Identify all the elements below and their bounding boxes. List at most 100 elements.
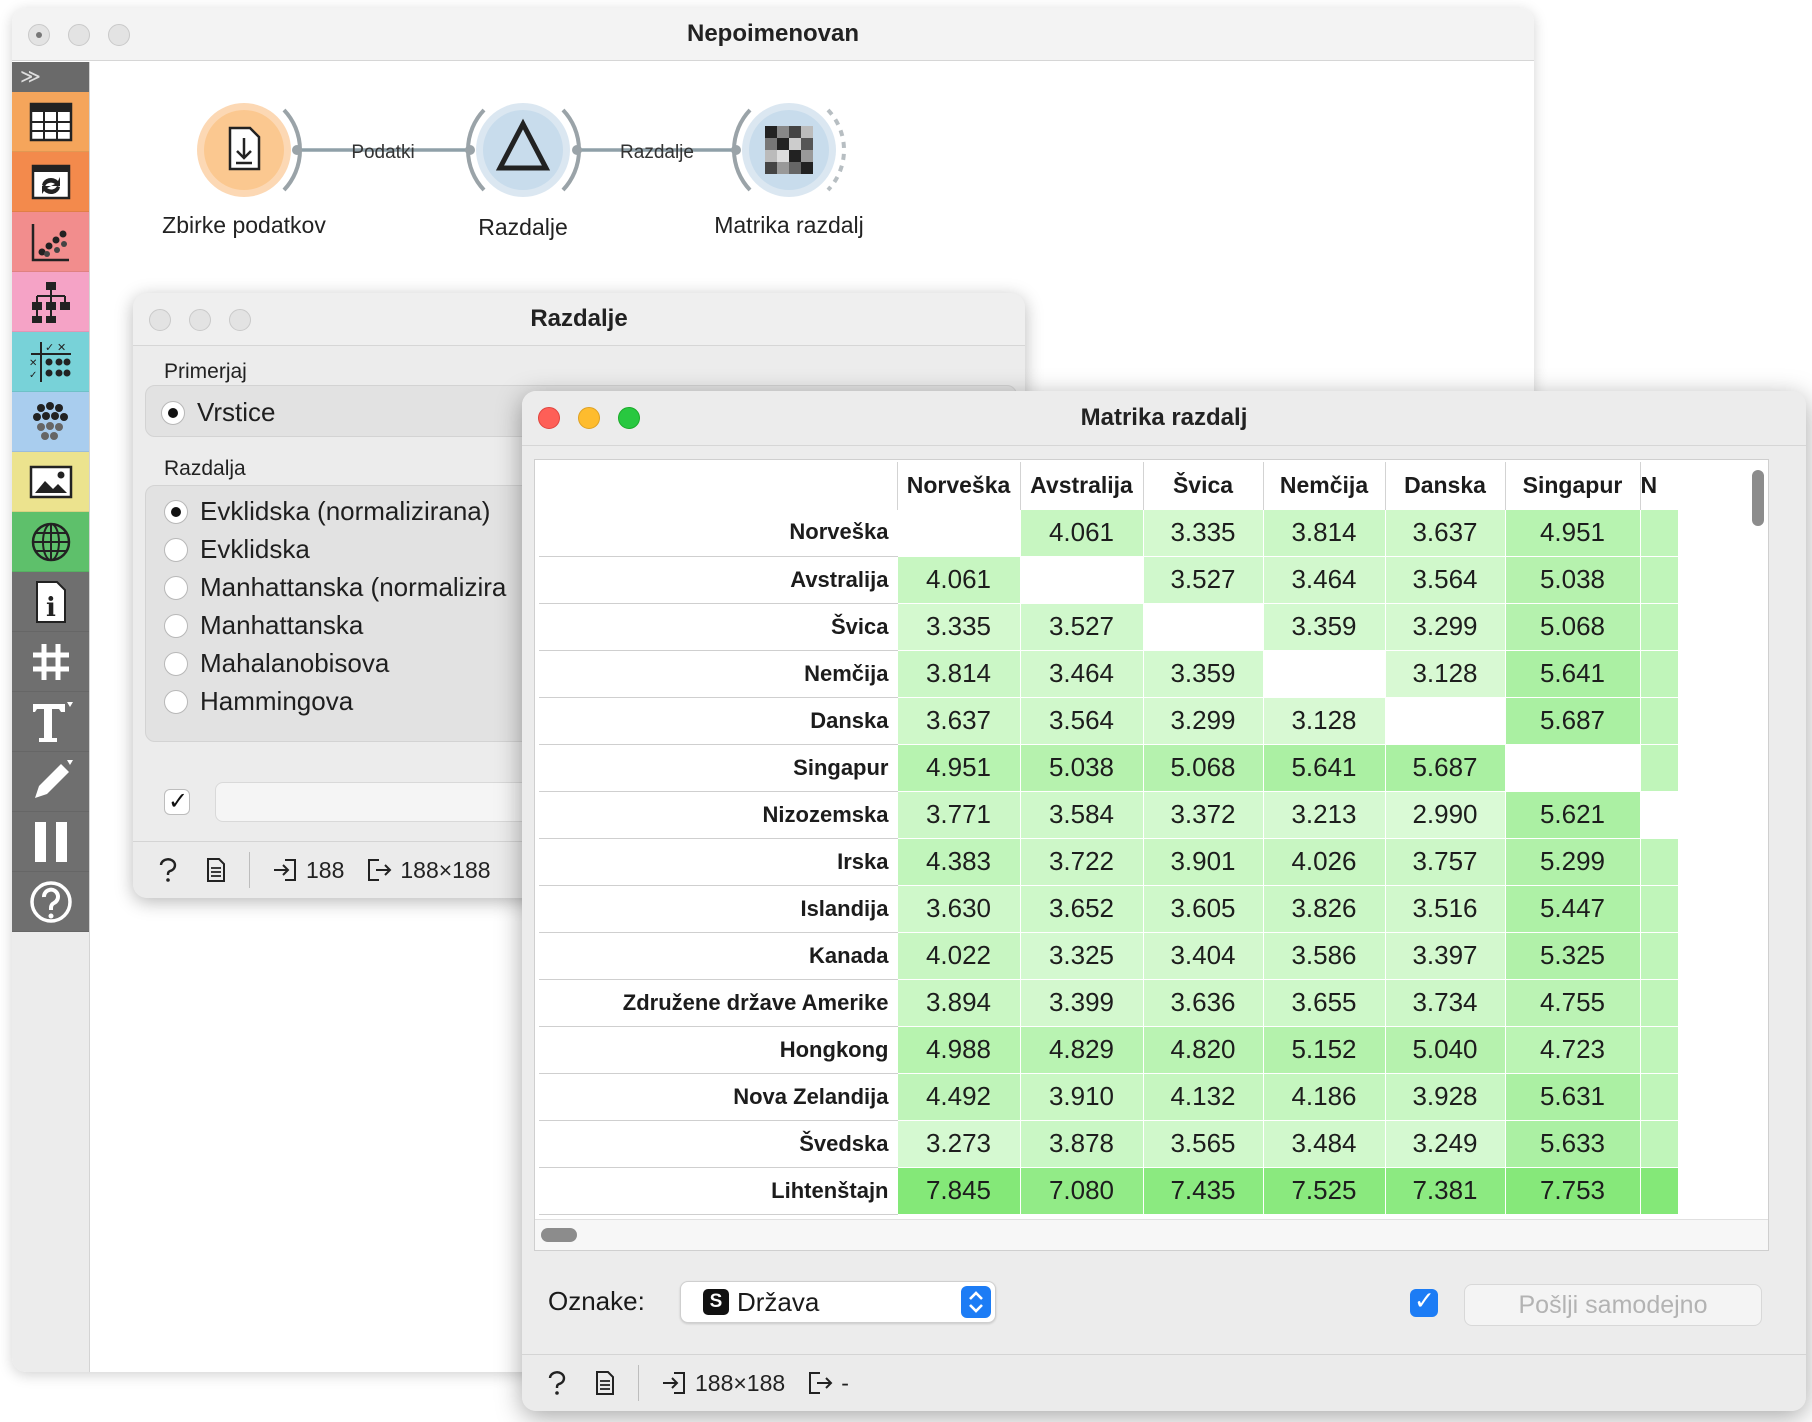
matrix-cell[interactable]: 3.464 (1262, 555, 1386, 604)
matrix-cell-partial[interactable] (1639, 884, 1679, 933)
matrix-cell[interactable]: 4.755 (1504, 978, 1641, 1027)
matrix-cell[interactable]: 3.928 (1384, 1072, 1506, 1121)
matrix-cell[interactable]: 3.372 (1142, 790, 1264, 839)
matrix-grid[interactable]: Norveška Avstralija Švica Nemčija Danska Sing… (539, 462, 1679, 1215)
send-automatically-button[interactable]: Pošlji samodejno (1464, 1284, 1762, 1326)
matrix-cell-partial[interactable] (1639, 602, 1679, 651)
matrix-cell[interactable]: 4.988 (896, 1025, 1021, 1074)
close-button[interactable] (538, 407, 560, 429)
row-header[interactable]: Združene države Amerike (539, 979, 897, 1027)
row-header[interactable]: Švica (539, 603, 897, 651)
minimize-button[interactable] (68, 24, 90, 46)
radio-button[interactable] (164, 499, 188, 524)
vertical-scrollbar[interactable] (1752, 470, 1764, 526)
matrix-cell[interactable]: 4.061 (1019, 508, 1144, 557)
matrix-cell[interactable]: 3.273 (896, 1119, 1021, 1168)
matrix-cell[interactable]: 4.951 (1504, 508, 1641, 557)
matrix-cell[interactable]: 3.565 (1142, 1119, 1264, 1168)
matrix-cell[interactable]: 3.636 (1142, 978, 1264, 1027)
table-row[interactable]: Nemčija 3.814 3.464 3.359 3.128 5.641 (539, 649, 1679, 698)
distance-option-manhattan[interactable]: Manhattanska (164, 610, 363, 641)
radio-button[interactable] (164, 613, 188, 638)
radio-button[interactable] (161, 400, 185, 425)
table-row[interactable]: Švica 3.335 3.527 3.359 3.299 5.068 (539, 602, 1679, 651)
matrix-cell[interactable] (1504, 743, 1641, 792)
matrix-cell[interactable]: 4.951 (896, 743, 1021, 792)
matrix-cell[interactable]: 3.128 (1262, 696, 1386, 745)
row-header[interactable]: Islandija (539, 885, 897, 933)
distance-matrix-table[interactable]: Norveška Avstralija Švica Nemčija Danska Sing… (534, 459, 1769, 1251)
minimize-button[interactable] (189, 309, 211, 331)
matrix-cell[interactable]: 4.186 (1262, 1072, 1386, 1121)
matrix-cell[interactable]: 3.527 (1019, 602, 1144, 651)
row-header[interactable]: Hongkong (539, 1026, 897, 1074)
matrix-cell[interactable]: 5.633 (1504, 1119, 1641, 1168)
matrix-cell-partial[interactable] (1639, 743, 1679, 792)
matrix-cell[interactable]: 3.652 (1019, 884, 1144, 933)
matrix-cell[interactable]: 3.734 (1384, 978, 1506, 1027)
distance-option-hamming[interactable]: Hammingova (164, 686, 353, 717)
matrix-cell-partial[interactable] (1639, 837, 1679, 886)
matrix-cell[interactable]: 3.894 (896, 978, 1021, 1027)
column-header[interactable]: Švica (1142, 462, 1263, 509)
matrix-cell[interactable]: 4.022 (896, 931, 1021, 980)
toolbox-category-text[interactable] (12, 692, 89, 752)
matrix-cell[interactable]: 5.687 (1504, 696, 1641, 745)
row-header[interactable]: Norveška (539, 509, 897, 557)
matrix-cell[interactable]: 3.757 (1384, 837, 1506, 886)
table-row[interactable]: Irska 4.383 3.722 3.901 4.026 3.757 5.299 (539, 837, 1679, 886)
node-label-distance-matrix[interactable]: Matrika razdalj (714, 212, 864, 239)
matrix-cell[interactable]: 3.335 (896, 602, 1021, 651)
toolbox-category-visualize[interactable] (12, 212, 89, 272)
toolbox-category-image-analytics[interactable] (12, 452, 89, 512)
matrix-cell[interactable]: 5.325 (1504, 931, 1641, 980)
matrix-cell[interactable]: 3.722 (1019, 837, 1144, 886)
report-icon[interactable] (592, 1369, 618, 1397)
table-row[interactable]: Kanada 4.022 3.325 3.404 3.586 3.397 5.325 (539, 931, 1679, 980)
matrix-cell[interactable]: 4.829 (1019, 1025, 1144, 1074)
matrix-cell[interactable]: 3.335 (1142, 508, 1264, 557)
matrix-cell[interactable]: 3.464 (1019, 649, 1144, 698)
radio-button[interactable] (164, 689, 188, 714)
node-distance-matrix[interactable] (731, 103, 846, 197)
close-button[interactable] (28, 24, 50, 46)
matrix-cell[interactable]: 3.878 (1019, 1119, 1144, 1168)
matrix-cell[interactable]: 5.299 (1504, 837, 1641, 886)
horizontal-scrollbar-track[interactable] (535, 1219, 1768, 1250)
toolbox-category-data[interactable] (12, 92, 89, 152)
toolbox-category-pause[interactable] (12, 812, 89, 872)
matrix-cell[interactable]: 5.641 (1504, 649, 1641, 698)
updown-chevron-icon[interactable] (961, 1286, 991, 1318)
matrix-cell[interactable]: 3.564 (1384, 555, 1506, 604)
matrix-cell[interactable]: 3.771 (896, 790, 1021, 839)
minimize-button[interactable] (578, 407, 600, 429)
row-header[interactable]: Nizozemska (539, 791, 897, 839)
toolbox-category-unsupervised[interactable] (12, 392, 89, 452)
matrix-cell[interactable] (1019, 555, 1144, 604)
matrix-cell[interactable]: 3.249 (1384, 1119, 1506, 1168)
matrix-cell[interactable]: 3.299 (1142, 696, 1264, 745)
column-header[interactable]: Avstralija (1019, 462, 1143, 509)
matrix-cell[interactable]: 4.026 (1262, 837, 1386, 886)
distance-option-manhattan-normalized[interactable]: Manhattanska (normalizira (164, 572, 506, 603)
matrix-cell-partial[interactable] (1639, 508, 1679, 557)
matrix-cell[interactable]: 5.687 (1384, 743, 1506, 792)
matrix-cell-partial[interactable] (1639, 555, 1679, 604)
matrix-cell-partial[interactable] (1639, 649, 1679, 698)
table-row[interactable]: Švedska 3.273 3.878 3.565 3.484 3.249 5.633 (539, 1119, 1679, 1168)
radio-button[interactable] (164, 651, 188, 676)
toolbox-category-transform[interactable] (12, 152, 89, 212)
table-row[interactable]: Združene države Amerike 3.894 3.399 3.636 3.… (539, 978, 1679, 1027)
row-header[interactable]: Kanada (539, 932, 897, 980)
compare-option-rows[interactable]: Vrstice (161, 397, 276, 428)
radio-button[interactable] (164, 575, 188, 600)
toolbox-category-info[interactable]: i (12, 572, 89, 632)
matrix-cell[interactable]: 7.525 (1262, 1166, 1386, 1215)
row-header[interactable]: Lihtenštajn (539, 1167, 897, 1215)
row-header[interactable]: Danska (539, 697, 897, 745)
table-row[interactable]: Nova Zelandija 4.492 3.910 4.132 4.186 3.928 5… (539, 1072, 1679, 1121)
matrix-cell[interactable]: 3.404 (1142, 931, 1264, 980)
matrix-cell[interactable] (1384, 696, 1506, 745)
matrix-cell[interactable]: 3.359 (1142, 649, 1264, 698)
toolbox-category-evaluate[interactable]: ✓ ✕ ✕ ✓ (12, 332, 89, 392)
